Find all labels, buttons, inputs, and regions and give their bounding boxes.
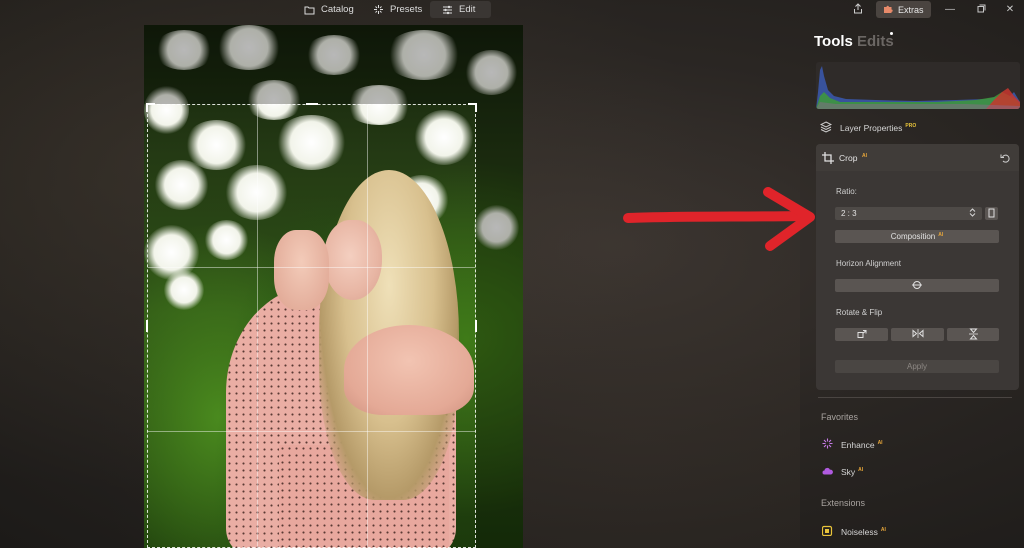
ratio-label: Ratio: <box>836 187 857 196</box>
crop-ai-badge: AI <box>862 153 867 159</box>
horizon-icon <box>912 280 922 292</box>
crop-edge-handle[interactable] <box>306 103 318 105</box>
crop-grid-line <box>367 105 368 547</box>
tab-edit[interactable]: Edit <box>430 1 491 18</box>
folder-icon <box>304 4 315 15</box>
enhance-ai-badge: AI <box>877 439 883 446</box>
sky-label: Sky <box>841 467 856 477</box>
layers-icon <box>819 121 833 135</box>
layer-properties-label: Layer Properties <box>840 123 903 133</box>
sky-ai-badge: AI <box>858 467 864 473</box>
panel-divider <box>818 397 1012 398</box>
crop-corner-handle[interactable] <box>146 103 148 112</box>
crop-corner-handle[interactable] <box>475 103 477 112</box>
favorite-item-sky[interactable]: Sky AI <box>822 467 863 477</box>
close-button[interactable]: ✕ <box>995 1 1024 18</box>
portrait-orientation-icon <box>988 208 995 220</box>
sparkle-icon <box>373 4 384 15</box>
crop-shade-top <box>144 25 523 104</box>
ratio-select[interactable]: 2 : 3 <box>835 207 982 220</box>
crop-panel: Crop AI Ratio: 2 : 3 Composition AI Hori… <box>816 144 1019 390</box>
share-icon <box>853 3 863 16</box>
crop-grid-line <box>257 105 258 547</box>
cloud-icon <box>822 467 833 477</box>
crop-title: Crop <box>839 153 858 163</box>
extras-button[interactable]: Extras <box>876 1 931 18</box>
crop-edge-handle[interactable] <box>146 320 148 332</box>
horizon-align-button[interactable] <box>835 279 999 292</box>
crop-edge-handle[interactable] <box>475 320 477 332</box>
orientation-toggle[interactable] <box>985 207 998 220</box>
composition-label: Composition <box>890 232 936 241</box>
tab-catalog-label: Catalog <box>321 4 354 15</box>
red-arrow-annotation <box>623 187 815 251</box>
rotate-flip-label: Rotate & Flip <box>836 308 883 317</box>
favorite-item-enhance[interactable]: Enhance AI <box>822 438 883 451</box>
share-button[interactable] <box>850 1 866 18</box>
tab-presets[interactable]: Presets <box>361 1 434 18</box>
crop-grid-line <box>148 267 475 268</box>
flip-vertical-button[interactable] <box>947 328 999 341</box>
tab-presets-label: Presets <box>390 4 423 15</box>
horizon-label: Horizon Alignment <box>836 259 901 268</box>
edits-dot-indicator <box>890 32 893 35</box>
crop-icon <box>822 151 834 169</box>
enhance-icon <box>822 438 833 451</box>
tab-catalog[interactable]: Catalog <box>292 1 366 18</box>
apply-button[interactable]: Apply <box>835 360 999 373</box>
flip-vertical-icon <box>968 328 978 342</box>
crop-grid-line <box>148 431 475 432</box>
noiseless-icon <box>821 525 833 538</box>
tab-edits[interactable]: Edits <box>857 33 894 50</box>
rotate-icon <box>857 329 867 341</box>
flip-horizontal-button[interactable] <box>891 328 944 341</box>
crop-frame[interactable] <box>146 103 477 548</box>
photo-canvas[interactable] <box>144 25 523 548</box>
extras-label: Extras <box>898 4 924 15</box>
pro-badge: PRO <box>905 123 917 129</box>
rotate-button[interactable] <box>835 328 888 341</box>
apply-label: Apply <box>906 362 927 371</box>
ratio-value: 2 : 3 <box>841 209 857 218</box>
tab-edit-label: Edit <box>459 4 476 15</box>
restore-button[interactable] <box>966 1 996 18</box>
sliders-icon <box>442 4 453 15</box>
extensions-heading: Extensions <box>821 498 866 508</box>
flip-horizontal-icon <box>912 329 924 340</box>
favorites-heading: Favorites <box>821 412 859 422</box>
top-bar: Catalog Presets Edit Extras — ✕ <box>0 0 1024 20</box>
reset-icon[interactable] <box>1000 151 1011 169</box>
puzzle-icon <box>883 4 893 16</box>
crop-shade-right <box>476 104 523 548</box>
close-icon: ✕ <box>1005 4 1015 15</box>
extension-item-noiseless[interactable]: Noiseless AI <box>821 525 886 538</box>
crop-header[interactable]: Crop AI <box>816 144 1019 171</box>
layer-properties-item[interactable]: Layer Properties PRO <box>819 121 917 135</box>
composition-button[interactable]: Composition AI <box>835 230 999 243</box>
minimize-button[interactable]: — <box>935 1 965 18</box>
chevron-updown-icon <box>969 208 976 219</box>
noiseless-ai-badge: AI <box>880 526 886 533</box>
enhance-label: Enhance <box>841 439 875 450</box>
tab-tools[interactable]: Tools <box>814 33 853 50</box>
restore-icon <box>977 4 986 16</box>
composition-ai-badge: AI <box>938 231 944 238</box>
noiseless-label: Noiseless <box>841 526 878 537</box>
minimize-icon: — <box>945 4 955 15</box>
histogram <box>816 62 1020 109</box>
